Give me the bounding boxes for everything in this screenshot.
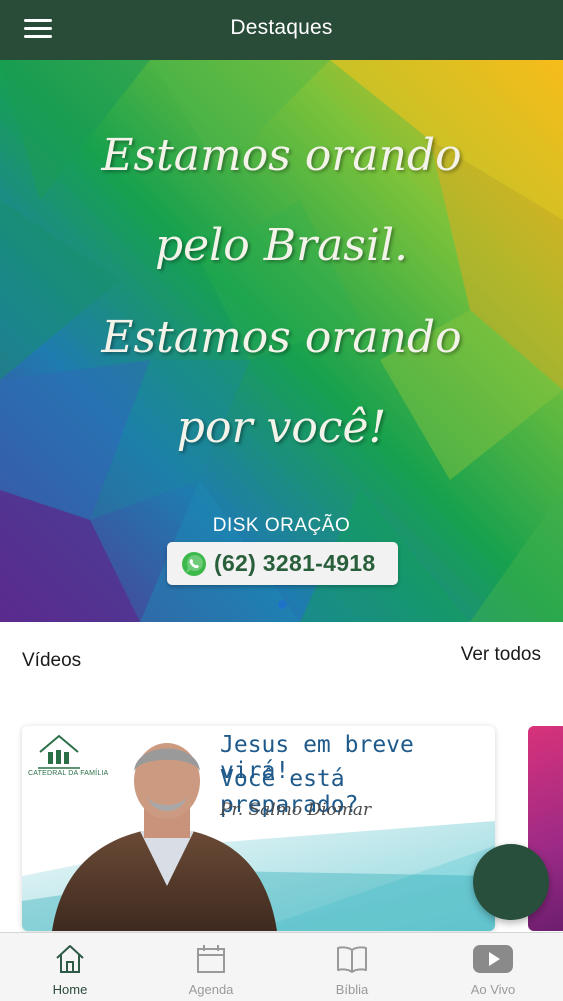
video-author: Pr. Salmo Diomar: [220, 800, 372, 820]
banner-text-line-3: Estamos orando: [101, 312, 462, 363]
nav-item-agenda[interactable]: Agenda: [141, 933, 281, 1001]
bottom-navigation: Home Agenda Bíblia Ao Vivo: [0, 932, 563, 1001]
nav-label-home: Home: [52, 982, 88, 997]
floating-action-button[interactable]: [473, 844, 549, 920]
disk-oracao-label: DISK ORAÇÃO: [212, 515, 351, 536]
highlight-banner[interactable]: Estamos orando pelo Brasil. Estamos oran…: [0, 60, 563, 622]
nav-item-home[interactable]: Home: [0, 933, 140, 1001]
catedral-logo-icon: [38, 734, 80, 769]
phone-number: (62) 3281-4918: [214, 550, 376, 576]
banner-text-line-2: pelo Brasil.: [154, 220, 409, 271]
videos-section-title: Vídeos: [22, 650, 82, 671]
book-icon: [337, 946, 367, 973]
nav-label-biblia: Bíblia: [335, 982, 369, 997]
nav-item-ao-vivo[interactable]: Ao Vivo: [423, 933, 563, 1001]
catedral-logo-text: CATEDRAL DA FAMÍLIA: [28, 770, 109, 777]
app-header: Destaques: [0, 0, 563, 60]
nav-item-biblia[interactable]: Bíblia: [282, 933, 422, 1001]
nav-label-agenda: Agenda: [188, 982, 234, 997]
see-all-videos-link[interactable]: Ver todos: [461, 644, 541, 666]
banner-text-line-1: Estamos orando: [101, 130, 462, 181]
carousel-indicator-dot[interactable]: [278, 600, 287, 609]
banner-text-line-4: por você!: [176, 402, 387, 453]
page-title: Destaques: [230, 16, 333, 39]
phone-box[interactable]: (62) 3281-4918: [167, 542, 398, 585]
video-card[interactable]: CATEDRAL DA FAMÍLIA Jesus em breve virá!…: [22, 726, 495, 931]
calendar-icon: [197, 945, 225, 973]
home-icon: [56, 945, 84, 973]
whatsapp-icon: [182, 552, 206, 576]
play-video-icon: [473, 945, 513, 973]
nav-label-ao-vivo: Ao Vivo: [470, 982, 516, 997]
